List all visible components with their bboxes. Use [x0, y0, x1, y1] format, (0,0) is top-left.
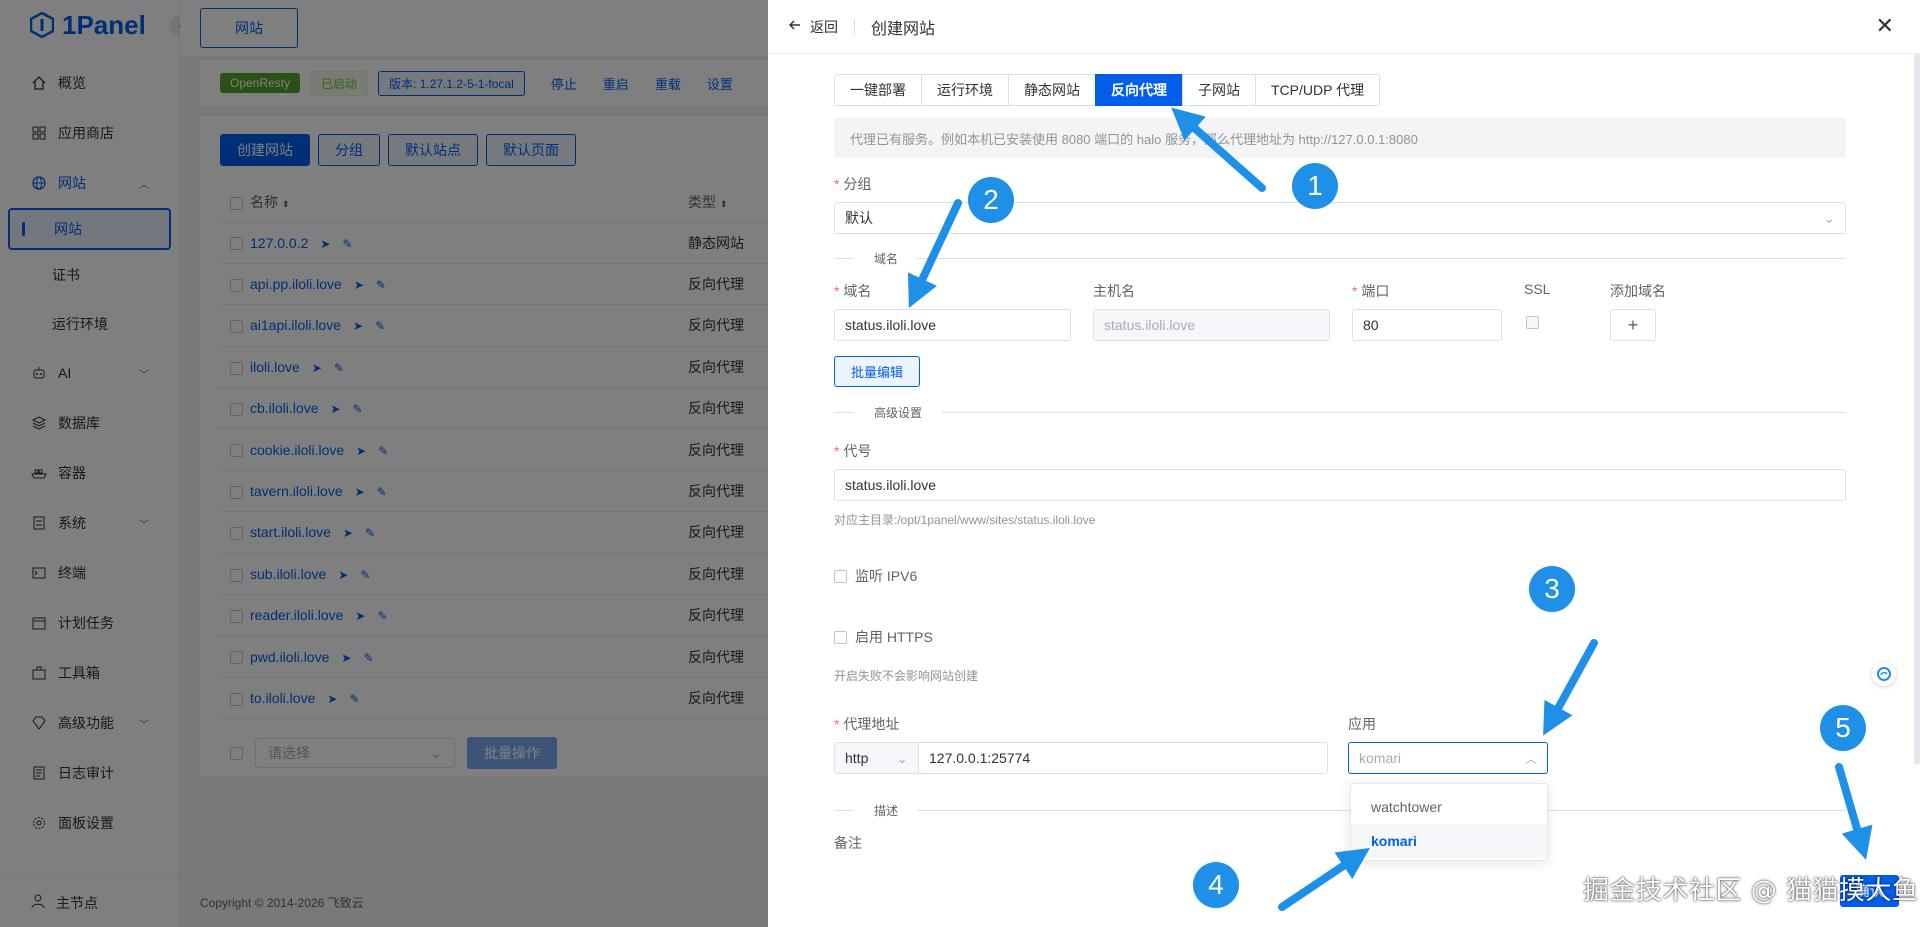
port-label: 端口: [1352, 281, 1502, 301]
website-type-tabs: 一键部署 运行环境 静态网站 反向代理 子网站 TCP/UDP 代理: [834, 74, 1846, 106]
https-label: 启用 HTTPS: [855, 629, 933, 645]
https-hint: 开启失败不会影响网站创建: [834, 669, 979, 683]
annotation-badge-4: 4: [1193, 862, 1239, 908]
app-option-komari[interactable]: komari: [1351, 824, 1547, 858]
proxy-scheme-select[interactable]: http ⌄: [834, 742, 919, 774]
chevron-down-icon: ⌄: [896, 749, 908, 766]
alias-input[interactable]: status.iloli.love: [834, 469, 1846, 501]
tab-runtime[interactable]: 运行环境: [921, 74, 1009, 106]
proxy-address-label: 代理地址: [834, 714, 1328, 734]
port-input-value: 80: [1363, 317, 1379, 333]
arrow-left-icon: [788, 18, 802, 35]
drawer-title: 创建网站: [871, 20, 936, 38]
tab-static-site[interactable]: 静态网站: [1008, 74, 1096, 106]
annotation-badge-3: 3: [1529, 566, 1575, 612]
domain-input[interactable]: status.iloli.love: [834, 309, 1071, 341]
section-title: 描述: [874, 804, 899, 818]
group-select-value: 默认: [845, 210, 873, 226]
domain-input-value: status.iloli.love: [845, 317, 937, 333]
batch-edit-button[interactable]: 批量编辑: [834, 356, 921, 387]
drawer-header: 返回 创建网站 ✕: [768, 0, 1920, 54]
annotation-badge-5: 5: [1820, 705, 1866, 751]
ssl-checkbox[interactable]: [1526, 315, 1539, 329]
section-title: 高级设置: [874, 406, 923, 420]
ipv6-checkbox[interactable]: [834, 569, 847, 583]
create-website-drawer: 返回 创建网站 ✕ 一键部署 运行环境 静态网站 反向代理 子网站 TCP/UD…: [768, 0, 1920, 927]
ipv6-label: 监听 IPV6: [855, 568, 918, 584]
app-label: 应用: [1348, 716, 1376, 732]
add-domain-button[interactable]: +: [1610, 309, 1656, 341]
alias-label: 代号: [834, 441, 1846, 461]
add-domain-label: 添加域名: [1610, 283, 1666, 299]
scrollbar[interactable]: [1914, 54, 1920, 764]
watermark: 掘金技术社区 @ 猫猫摸大鱼: [1583, 876, 1919, 906]
proxy-info-alert: 代理已有服务。例如本机已安装使用 8080 端口的 halo 服务，那么代理地址…: [834, 118, 1846, 158]
section-divider-domain: 域名: [834, 250, 1846, 267]
help-float-icon[interactable]: [1872, 662, 1896, 686]
tab-subsite[interactable]: 子网站: [1182, 74, 1256, 106]
port-input[interactable]: 80: [1352, 309, 1502, 341]
tab-tcp-udp-proxy[interactable]: TCP/UDP 代理: [1255, 74, 1381, 106]
proxy-address-input[interactable]: 127.0.0.1:25774: [918, 742, 1328, 774]
proxy-address-value: 127.0.0.1:25774: [929, 750, 1031, 766]
domain-label: 域名: [834, 281, 1071, 301]
annotation-badge-2: 2: [968, 177, 1014, 223]
header-divider: [854, 18, 855, 35]
close-icon[interactable]: ✕: [1876, 15, 1894, 37]
section-divider-description: 描述: [834, 802, 1846, 819]
remark-label: 备注: [834, 835, 862, 851]
ipv6-checkbox-row[interactable]: 监听 IPV6: [834, 566, 1846, 586]
app-select-dropdown: watchtower komari: [1350, 783, 1548, 861]
app-select[interactable]: komari ︿: [1348, 742, 1548, 774]
app-select-placeholder: komari: [1359, 750, 1402, 766]
chevron-down-icon: ⌄: [1823, 209, 1835, 226]
section-divider-advanced: 高级设置: [834, 404, 1846, 421]
hostname-label: 主机名: [1093, 283, 1135, 299]
app-option-watchtower[interactable]: watchtower: [1351, 790, 1547, 824]
section-title: 域名: [874, 252, 899, 266]
alias-input-value: status.iloli.love: [845, 477, 937, 493]
hostname-input-value: status.iloli.love: [1104, 317, 1196, 333]
tab-one-click-deploy[interactable]: 一键部署: [834, 74, 922, 106]
back-label: 返回: [810, 18, 838, 35]
https-checkbox-row[interactable]: 启用 HTTPS: [834, 627, 1846, 647]
alias-hint: 对应主目录:/opt/1panel/www/sites/status.iloli…: [834, 513, 1096, 527]
hostname-input: status.iloli.love: [1093, 309, 1330, 341]
ssl-label: SSL: [1524, 281, 1551, 297]
annotation-badge-1: 1: [1292, 163, 1338, 209]
proxy-scheme-value: http: [845, 750, 869, 766]
https-checkbox[interactable]: [834, 630, 847, 644]
chevron-up-icon: ︿: [1524, 751, 1537, 766]
back-button[interactable]: 返回: [788, 17, 838, 37]
tab-reverse-proxy[interactable]: 反向代理: [1095, 74, 1183, 106]
